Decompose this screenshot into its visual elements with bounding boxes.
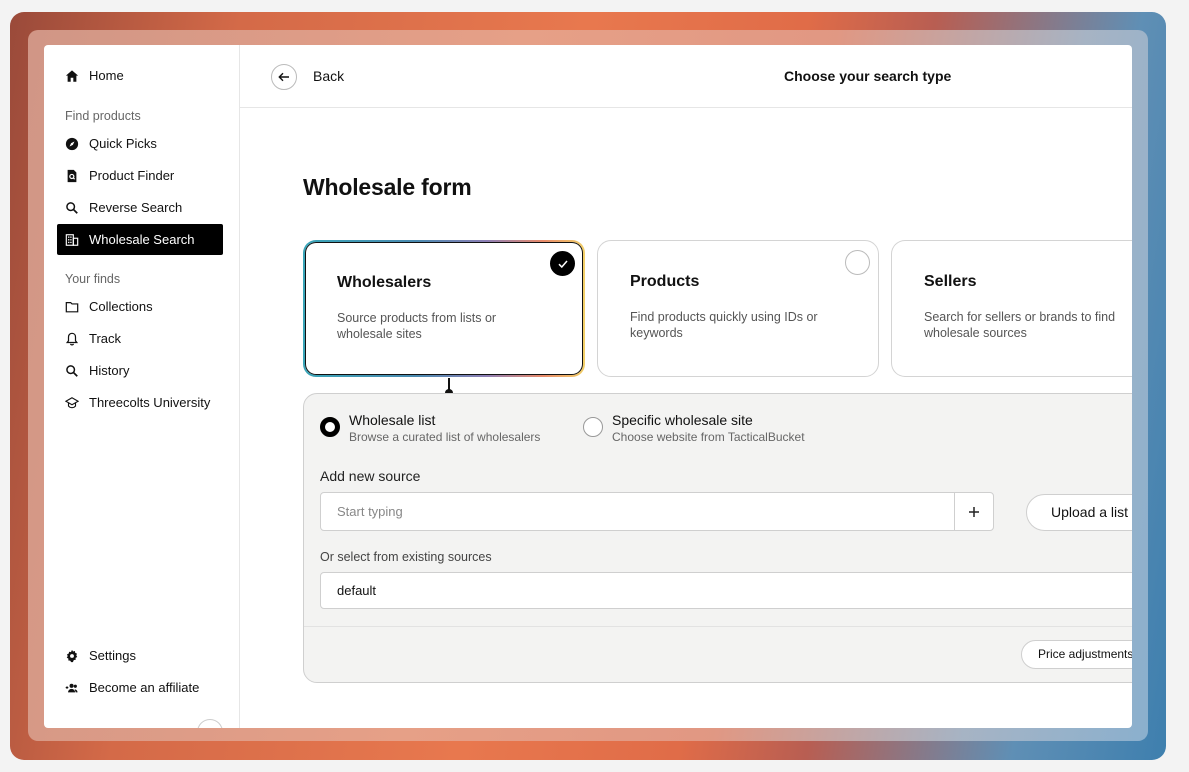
card-sellers[interactable]: Sellers Search for sellers or brands to …: [891, 240, 1132, 377]
page-title: Choose your search type: [784, 68, 952, 84]
graduation-cap-icon: [65, 396, 79, 408]
compass-icon: [65, 137, 79, 150]
option-subtitle: Browse a curated list of wholesalers: [349, 430, 541, 444]
app-window: Home Find products Quick Picks Product F…: [44, 45, 1132, 728]
sidebar-item-product-finder[interactable]: Product Finder: [57, 160, 223, 191]
upload-list-button[interactable]: Upload a list: [1026, 494, 1132, 531]
plus-icon: [969, 506, 979, 517]
add-source-label: Add new source: [320, 468, 421, 484]
arrow-left-icon: [278, 72, 289, 82]
option-title: Specific wholesale site: [612, 412, 753, 428]
sidebar-item-reverse-search[interactable]: Reverse Search: [57, 192, 223, 223]
sidebar-item-label: History: [89, 363, 130, 378]
back-label[interactable]: Back: [313, 68, 344, 84]
divider: [304, 626, 1132, 627]
sidebar-item-affiliate[interactable]: Become an affiliate: [57, 672, 223, 703]
sidebar-item-label: Home: [89, 68, 124, 83]
building-icon: [65, 233, 79, 246]
sidebar-item-label: Threecolts University: [89, 395, 211, 410]
sidebar-item-label: Wholesale Search: [89, 232, 195, 247]
card-title: Wholesalers: [337, 274, 432, 291]
section-label-find-products: Find products: [65, 109, 141, 123]
search-icon: [66, 364, 78, 377]
add-source-button[interactable]: [954, 493, 993, 530]
price-adjustments-button[interactable]: Price adjustments: [1021, 640, 1132, 669]
card-description: Find products quickly using IDs or keywo…: [630, 310, 818, 340]
search-icon: [66, 201, 78, 214]
radio-unselected-icon[interactable]: [583, 417, 603, 437]
sidebar-item-track[interactable]: Track: [57, 323, 223, 354]
add-users-icon: [65, 683, 78, 692]
card-description: Search for sellers or brands to find who…: [924, 310, 1116, 340]
existing-sources-label: Or select from existing sources: [320, 550, 492, 564]
sidebar-item-collections[interactable]: Collections: [57, 291, 223, 322]
sidebar-item-settings[interactable]: Settings: [57, 640, 223, 671]
card-wholesalers[interactable]: Wholesalers Source products from lists o…: [303, 240, 585, 377]
sidebar-item-label: Track: [89, 331, 122, 346]
option-title: Wholesale list: [349, 412, 436, 428]
sidebar-collapse-button[interactable]: [197, 719, 223, 728]
section-label-your-finds: Your finds: [65, 272, 121, 286]
top-header: Back Choose your search type: [240, 45, 1132, 108]
document-search-icon: [67, 169, 77, 182]
sidebar-item-quick-picks[interactable]: Quick Picks: [57, 128, 223, 159]
gear-icon: [66, 649, 78, 662]
wholesale-options-panel: Wholesale list Browse a curated list of …: [303, 393, 1132, 683]
existing-sources-select[interactable]: default: [320, 572, 1132, 609]
sidebar-item-label: Quick Picks: [89, 136, 157, 151]
bell-icon: [65, 332, 79, 345]
sidebar-item-label: Collections: [89, 299, 153, 314]
folder-icon: [65, 301, 79, 312]
sidebar-item-label: Product Finder: [89, 168, 175, 183]
source-input-group: [320, 492, 994, 531]
option-specific-site[interactable]: Specific wholesale site Choose website f…: [583, 412, 805, 444]
sidebar-item-label: Become an affiliate: [89, 680, 200, 695]
option-subtitle: Choose website from TacticalBucket: [612, 430, 805, 444]
sidebar-item-university[interactable]: Threecolts University: [57, 387, 223, 418]
card-title: Sellers: [924, 273, 977, 290]
form-title: Wholesale form: [303, 174, 472, 200]
source-input[interactable]: [321, 493, 954, 530]
sidebar-item-label: Settings: [89, 648, 136, 663]
sidebar-item-label: Reverse Search: [89, 200, 183, 215]
sidebar: Home Find products Quick Picks Product F…: [44, 45, 240, 728]
card-description: Source products from lists or wholesale …: [337, 311, 497, 341]
sidebar-item-wholesale-search[interactable]: Wholesale Search: [57, 224, 223, 255]
card-products[interactable]: Products Find products quickly using IDs…: [597, 240, 879, 377]
home-icon: [65, 69, 79, 82]
sidebar-item-history[interactable]: History: [57, 355, 223, 386]
radio-selected-icon[interactable]: [320, 417, 340, 437]
radio-circle-icon: [845, 250, 870, 275]
back-button[interactable]: [271, 64, 297, 90]
option-wholesale-list[interactable]: Wholesale list Browse a curated list of …: [320, 412, 540, 444]
sidebar-item-home[interactable]: Home: [57, 60, 223, 91]
check-icon: [550, 251, 575, 276]
card-title: Products: [630, 273, 700, 290]
